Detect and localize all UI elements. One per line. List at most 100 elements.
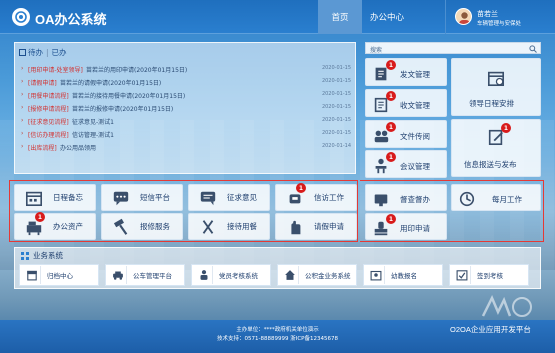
notification-badge: 1	[386, 122, 396, 132]
tile-supervise[interactable]: 督查督办	[365, 184, 447, 211]
todo-item-title[interactable]: 办公用品领用	[60, 143, 96, 152]
todo-item-tag[interactable]: [用印申请-处室领导]	[28, 65, 83, 74]
tile-cutlery[interactable]: 接待用餐	[188, 213, 270, 240]
tile-meeting[interactable]: 会议管理 1	[365, 150, 447, 178]
business-system-house[interactable]: 公积金业务系统	[277, 264, 357, 286]
tile-label: 发文管理	[400, 70, 430, 79]
arrow-icon: ›	[21, 91, 24, 98]
todo-item-date: 2020-01-14	[321, 143, 351, 149]
todo-item[interactable]: › [信访办理流程] 信访管理-测试1 2020-01-15	[21, 127, 353, 140]
tile-calendar[interactable]: 日程备忘	[14, 184, 96, 211]
school-icon	[367, 266, 385, 284]
business-system-checkin[interactable]: 签到考核	[449, 264, 529, 286]
todo-item[interactable]: › [用印申请-处室领导] 苗若兰的用印申请(2020年01月15日) 2020-01…	[21, 62, 353, 75]
supervise-icon	[372, 190, 390, 210]
tile-label: 请假申请	[314, 222, 344, 231]
tile-label: 信访工作	[314, 193, 344, 202]
search-icon[interactable]	[529, 45, 537, 53]
watermark-logo	[481, 295, 532, 317]
tile-label: 短信平台	[140, 193, 170, 202]
search-box[interactable]: 搜索	[365, 42, 541, 54]
tile-mailbox[interactable]: 信访工作 1	[275, 183, 357, 211]
business-system-school[interactable]: 幼教报名	[363, 264, 443, 286]
todo-item-tag[interactable]: [用餐申请流程]	[28, 91, 69, 100]
avatar[interactable]	[455, 8, 472, 25]
notification-badge: 1	[386, 60, 396, 70]
nav-office-center[interactable]: 办公中心	[362, 0, 412, 34]
todo-item-tag[interactable]: [请假申请]	[28, 78, 57, 87]
logo-icon	[12, 8, 30, 26]
tile-label: 日程备忘	[53, 193, 83, 202]
tile-sms[interactable]: 短信平台	[101, 184, 183, 211]
search-input[interactable]: 搜索	[370, 45, 382, 54]
footer: 主办单位：****政府机关单位演示 技术支持：0571-88889999 浙IC…	[0, 320, 555, 353]
cutlery-icon	[196, 217, 220, 237]
todo-item-date: 2020-01-15	[321, 104, 351, 110]
hammer-icon	[109, 217, 133, 237]
tile-monthly[interactable]: 每月工作	[451, 184, 541, 211]
calendar-icon	[22, 188, 46, 208]
tab-todo[interactable]: 待办	[28, 48, 43, 57]
house-icon	[281, 266, 299, 284]
tile-incoming-doc[interactable]: 收文管理 1	[365, 89, 447, 117]
tile-publish[interactable]: 信息报送与发布 1	[451, 119, 541, 177]
tile-hammer[interactable]: 报修服务	[101, 213, 183, 240]
tile-circulate[interactable]: 文件传阅 1	[365, 120, 447, 148]
todo-item-title[interactable]: 苗若兰的用印申请(2020年01月15日)	[86, 65, 187, 74]
archive-icon	[23, 266, 41, 284]
tile-label: 办公资产	[53, 222, 83, 231]
business-system-car[interactable]: 公车管理平台	[105, 264, 185, 286]
todo-list: › [用印申请-处室领导] 苗若兰的用印申请(2020年01月15日) 2020-01…	[21, 62, 353, 153]
tile-seal[interactable]: 用印申请 1	[365, 213, 447, 240]
business-system-label: 归档中心	[47, 272, 73, 280]
business-system-archive[interactable]: 归档中心	[19, 264, 99, 286]
party-icon	[195, 266, 213, 284]
todo-item-title[interactable]: 征求意见-测试1	[72, 117, 114, 126]
tile-label: 用印申请	[400, 224, 430, 233]
todo-item[interactable]: › [用餐申请流程] 苗若兰的接待用餐申请(2020年01月15日) 2020-01-…	[21, 88, 353, 101]
todo-item-title[interactable]: 苗若兰的接待用餐申请(2020年01月15日)	[72, 91, 185, 100]
arrow-icon: ›	[21, 117, 24, 124]
user-menu[interactable]: 苗若兰 车辆管理与安保处	[445, 0, 555, 34]
tile-label: 每月工作	[492, 195, 522, 204]
tile-chat[interactable]: 征求意见	[188, 184, 270, 211]
business-system-party[interactable]: 党员考核系统	[191, 264, 271, 286]
todo-item-tag[interactable]: [征求意见流程]	[28, 117, 69, 126]
todo-item-title[interactable]: 苗若兰的请假申请(2020年01月15日)	[60, 78, 161, 87]
business-system-label: 签到考核	[477, 272, 503, 280]
todo-item-title[interactable]: 信访管理-测试1	[72, 130, 114, 139]
todo-item-date: 2020-01-15	[321, 78, 351, 84]
business-title-label: 业务系统	[33, 251, 63, 260]
tile-schedule[interactable]: 领导日程安排	[451, 58, 541, 116]
todo-item-title[interactable]: 苗若兰的报修申请(2020年01月15日)	[72, 104, 173, 113]
todo-item[interactable]: › [请假申请] 苗若兰的请假申请(2020年01月15日) 2020-01-15	[21, 75, 353, 88]
footer-support: 技术支持：0571-88889999 浙ICP备12345678	[217, 336, 338, 342]
app-title: OA办公系统	[35, 12, 107, 27]
tile-hand[interactable]: 请假申请	[275, 213, 357, 240]
tile-outgoing-doc[interactable]: 发文管理 1	[365, 58, 447, 86]
tile-label: 收文管理	[400, 101, 430, 110]
hand-icon	[283, 217, 307, 237]
list-icon	[19, 49, 26, 56]
todo-item-tag[interactable]: [出库流程]	[28, 143, 57, 152]
tile-label: 征求意见	[227, 193, 257, 202]
tile-asset[interactable]: 办公资产 1	[14, 212, 96, 240]
tab-separator: |	[46, 48, 49, 57]
todo-item-date: 2020-01-15	[321, 130, 351, 136]
todo-item[interactable]: › [出库流程] 办公用品领用 2020-01-14	[21, 140, 353, 153]
tile-label: 领导日程安排	[469, 99, 514, 108]
business-system-label: 公积金业务系统	[305, 272, 351, 280]
nav-home[interactable]: 首页	[318, 0, 362, 34]
tile-label: 会议管理	[400, 162, 430, 171]
arrow-icon: ›	[21, 130, 24, 137]
todo-item[interactable]: › [报修申请流程] 苗若兰的报修申请(2020年01月15日) 2020-01-15	[21, 101, 353, 114]
tab-done[interactable]: 已办	[52, 48, 67, 57]
notification-badge: 1	[35, 212, 45, 222]
todo-item-tag[interactable]: [报修申请流程]	[28, 104, 69, 113]
todo-item-date: 2020-01-15	[321, 91, 351, 97]
grid-icon	[21, 251, 29, 260]
todo-item-tag[interactable]: [信访办理流程]	[28, 130, 69, 139]
todo-item[interactable]: › [征求意见流程] 征求意见-测试1 2020-01-15	[21, 114, 353, 127]
todo-panel: 待办 | 已办 › [用印申请-处室领导] 苗若兰的用印申请(2020年01月15日) 2…	[14, 42, 356, 174]
car-icon	[109, 266, 127, 284]
